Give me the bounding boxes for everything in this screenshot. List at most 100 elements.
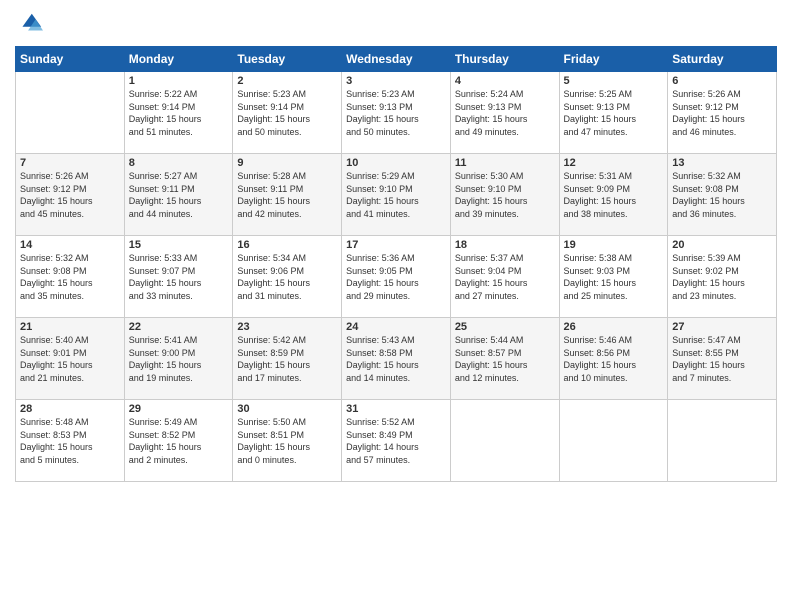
day-info: Sunrise: 5:30 AM Sunset: 9:10 PM Dayligh… [455,170,555,220]
day-cell [450,400,559,482]
day-info: Sunrise: 5:39 AM Sunset: 9:02 PM Dayligh… [672,252,772,302]
day-number: 29 [129,403,229,415]
day-cell: 2Sunrise: 5:23 AM Sunset: 9:14 PM Daylig… [233,72,342,154]
day-number: 8 [129,157,229,169]
day-number: 16 [237,239,337,251]
day-number: 9 [237,157,337,169]
day-number: 12 [564,157,664,169]
day-info: Sunrise: 5:26 AM Sunset: 9:12 PM Dayligh… [672,88,772,138]
day-cell: 24Sunrise: 5:43 AM Sunset: 8:58 PM Dayli… [342,318,451,400]
day-info: Sunrise: 5:50 AM Sunset: 8:51 PM Dayligh… [237,416,337,466]
day-number: 21 [20,321,120,333]
day-info: Sunrise: 5:37 AM Sunset: 9:04 PM Dayligh… [455,252,555,302]
day-number: 27 [672,321,772,333]
day-info: Sunrise: 5:42 AM Sunset: 8:59 PM Dayligh… [237,334,337,384]
day-cell: 4Sunrise: 5:24 AM Sunset: 9:13 PM Daylig… [450,72,559,154]
day-info: Sunrise: 5:23 AM Sunset: 9:13 PM Dayligh… [346,88,446,138]
day-cell: 22Sunrise: 5:41 AM Sunset: 9:00 PM Dayli… [124,318,233,400]
day-cell: 27Sunrise: 5:47 AM Sunset: 8:55 PM Dayli… [668,318,777,400]
day-number: 2 [237,75,337,87]
logo-icon [15,10,43,38]
calendar-table: SundayMondayTuesdayWednesdayThursdayFrid… [15,46,777,482]
day-info: Sunrise: 5:32 AM Sunset: 9:08 PM Dayligh… [20,252,120,302]
week-row-4: 21Sunrise: 5:40 AM Sunset: 9:01 PM Dayli… [16,318,777,400]
day-cell [668,400,777,482]
day-info: Sunrise: 5:49 AM Sunset: 8:52 PM Dayligh… [129,416,229,466]
col-header-friday: Friday [559,47,668,72]
day-cell: 15Sunrise: 5:33 AM Sunset: 9:07 PM Dayli… [124,236,233,318]
col-header-tuesday: Tuesday [233,47,342,72]
day-info: Sunrise: 5:25 AM Sunset: 9:13 PM Dayligh… [564,88,664,138]
day-cell: 11Sunrise: 5:30 AM Sunset: 9:10 PM Dayli… [450,154,559,236]
day-number: 20 [672,239,772,251]
col-header-thursday: Thursday [450,47,559,72]
day-info: Sunrise: 5:34 AM Sunset: 9:06 PM Dayligh… [237,252,337,302]
day-cell: 17Sunrise: 5:36 AM Sunset: 9:05 PM Dayli… [342,236,451,318]
day-number: 11 [455,157,555,169]
day-cell: 14Sunrise: 5:32 AM Sunset: 9:08 PM Dayli… [16,236,125,318]
day-cell: 26Sunrise: 5:46 AM Sunset: 8:56 PM Dayli… [559,318,668,400]
day-number: 23 [237,321,337,333]
day-cell: 5Sunrise: 5:25 AM Sunset: 9:13 PM Daylig… [559,72,668,154]
day-info: Sunrise: 5:48 AM Sunset: 8:53 PM Dayligh… [20,416,120,466]
header [15,10,777,38]
header-row: SundayMondayTuesdayWednesdayThursdayFrid… [16,47,777,72]
day-info: Sunrise: 5:31 AM Sunset: 9:09 PM Dayligh… [564,170,664,220]
day-number: 5 [564,75,664,87]
day-info: Sunrise: 5:24 AM Sunset: 9:13 PM Dayligh… [455,88,555,138]
day-cell: 19Sunrise: 5:38 AM Sunset: 9:03 PM Dayli… [559,236,668,318]
day-number: 15 [129,239,229,251]
day-number: 25 [455,321,555,333]
day-cell: 25Sunrise: 5:44 AM Sunset: 8:57 PM Dayli… [450,318,559,400]
day-cell [559,400,668,482]
day-info: Sunrise: 5:29 AM Sunset: 9:10 PM Dayligh… [346,170,446,220]
day-number: 3 [346,75,446,87]
day-number: 19 [564,239,664,251]
col-header-wednesday: Wednesday [342,47,451,72]
day-cell: 12Sunrise: 5:31 AM Sunset: 9:09 PM Dayli… [559,154,668,236]
day-number: 24 [346,321,446,333]
day-cell: 9Sunrise: 5:28 AM Sunset: 9:11 PM Daylig… [233,154,342,236]
day-cell: 8Sunrise: 5:27 AM Sunset: 9:11 PM Daylig… [124,154,233,236]
day-number: 26 [564,321,664,333]
day-info: Sunrise: 5:47 AM Sunset: 8:55 PM Dayligh… [672,334,772,384]
day-number: 1 [129,75,229,87]
day-number: 10 [346,157,446,169]
day-info: Sunrise: 5:44 AM Sunset: 8:57 PM Dayligh… [455,334,555,384]
day-info: Sunrise: 5:28 AM Sunset: 9:11 PM Dayligh… [237,170,337,220]
col-header-sunday: Sunday [16,47,125,72]
day-info: Sunrise: 5:23 AM Sunset: 9:14 PM Dayligh… [237,88,337,138]
day-cell: 10Sunrise: 5:29 AM Sunset: 9:10 PM Dayli… [342,154,451,236]
day-info: Sunrise: 5:22 AM Sunset: 9:14 PM Dayligh… [129,88,229,138]
week-row-2: 7Sunrise: 5:26 AM Sunset: 9:12 PM Daylig… [16,154,777,236]
week-row-5: 28Sunrise: 5:48 AM Sunset: 8:53 PM Dayli… [16,400,777,482]
day-cell: 30Sunrise: 5:50 AM Sunset: 8:51 PM Dayli… [233,400,342,482]
week-row-3: 14Sunrise: 5:32 AM Sunset: 9:08 PM Dayli… [16,236,777,318]
col-header-monday: Monday [124,47,233,72]
day-cell [16,72,125,154]
week-row-1: 1Sunrise: 5:22 AM Sunset: 9:14 PM Daylig… [16,72,777,154]
day-info: Sunrise: 5:43 AM Sunset: 8:58 PM Dayligh… [346,334,446,384]
day-cell: 7Sunrise: 5:26 AM Sunset: 9:12 PM Daylig… [16,154,125,236]
day-info: Sunrise: 5:41 AM Sunset: 9:00 PM Dayligh… [129,334,229,384]
day-number: 14 [20,239,120,251]
day-number: 28 [20,403,120,415]
day-number: 31 [346,403,446,415]
calendar-container: SundayMondayTuesdayWednesdayThursdayFrid… [0,0,792,612]
day-number: 13 [672,157,772,169]
day-cell: 3Sunrise: 5:23 AM Sunset: 9:13 PM Daylig… [342,72,451,154]
day-cell: 28Sunrise: 5:48 AM Sunset: 8:53 PM Dayli… [16,400,125,482]
day-cell: 23Sunrise: 5:42 AM Sunset: 8:59 PM Dayli… [233,318,342,400]
day-info: Sunrise: 5:33 AM Sunset: 9:07 PM Dayligh… [129,252,229,302]
day-cell: 29Sunrise: 5:49 AM Sunset: 8:52 PM Dayli… [124,400,233,482]
day-cell: 16Sunrise: 5:34 AM Sunset: 9:06 PM Dayli… [233,236,342,318]
day-number: 4 [455,75,555,87]
day-info: Sunrise: 5:36 AM Sunset: 9:05 PM Dayligh… [346,252,446,302]
day-number: 17 [346,239,446,251]
day-cell: 21Sunrise: 5:40 AM Sunset: 9:01 PM Dayli… [16,318,125,400]
logo [15,10,47,38]
day-number: 7 [20,157,120,169]
day-cell: 31Sunrise: 5:52 AM Sunset: 8:49 PM Dayli… [342,400,451,482]
day-cell: 1Sunrise: 5:22 AM Sunset: 9:14 PM Daylig… [124,72,233,154]
day-number: 30 [237,403,337,415]
